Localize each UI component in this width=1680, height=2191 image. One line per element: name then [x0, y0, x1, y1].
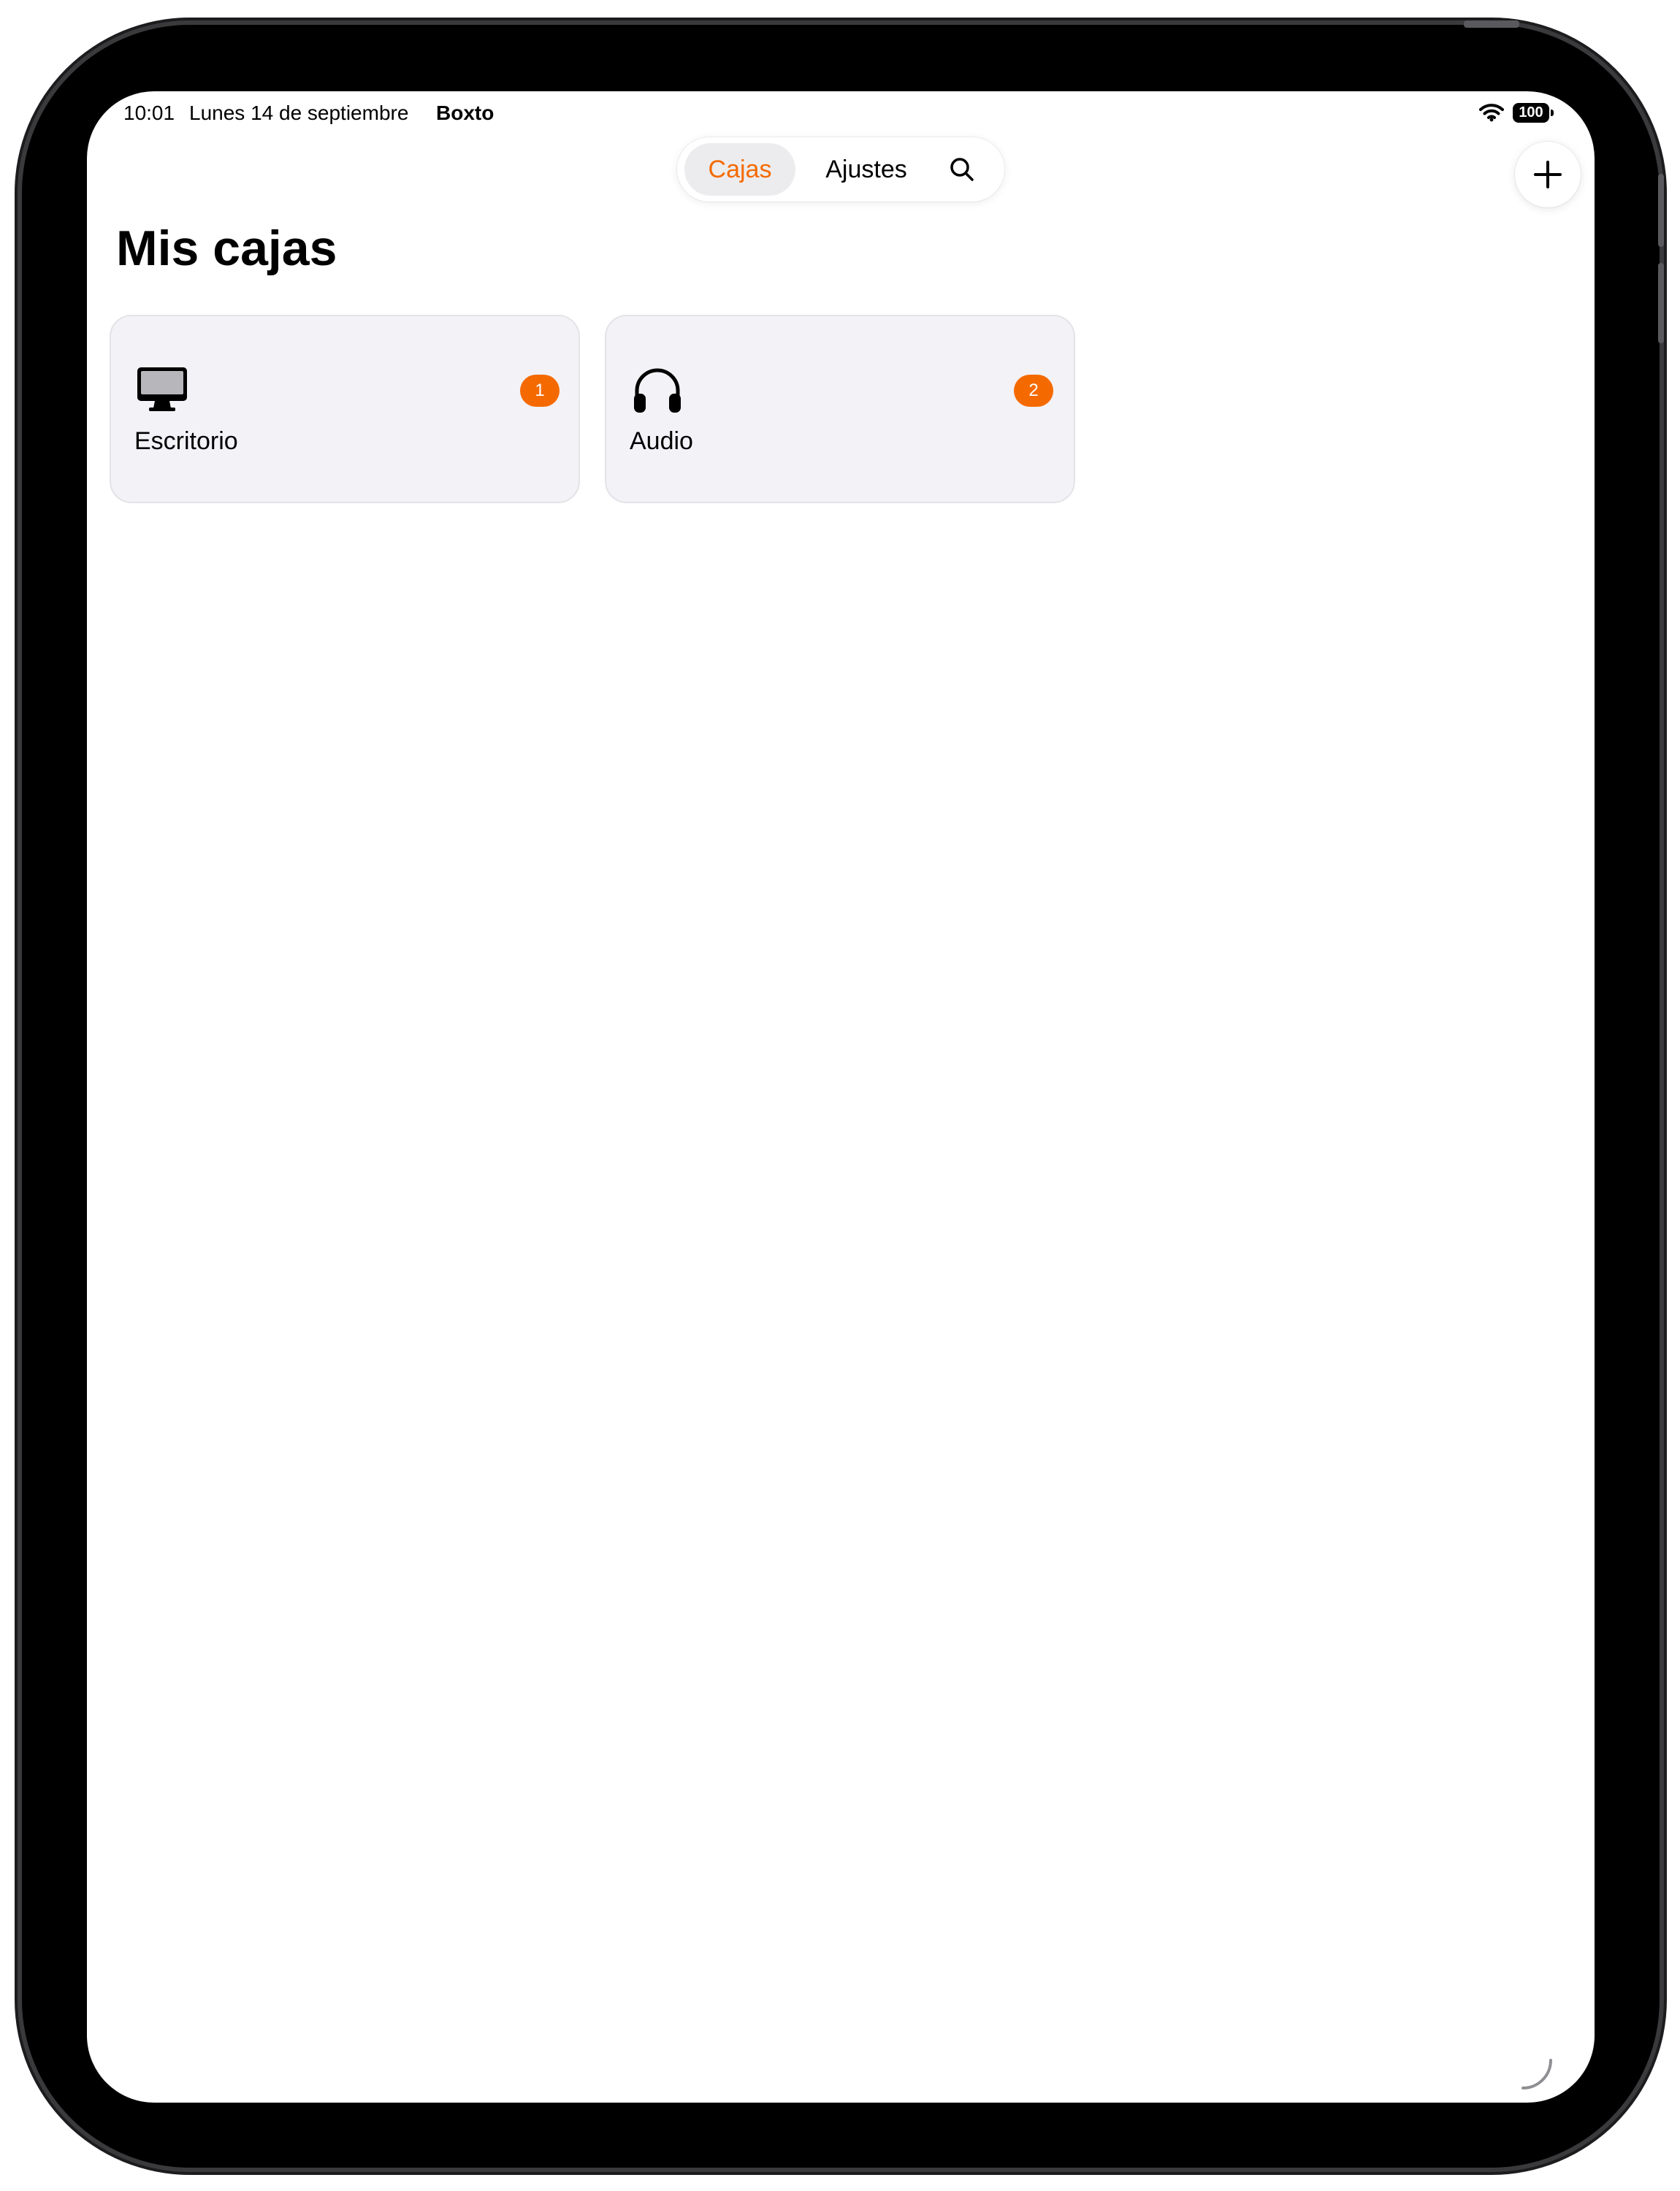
headphones-icon [634, 368, 681, 413]
status-date: Lunes 14 de septiembre [189, 102, 409, 124]
top-button [1464, 20, 1519, 28]
resize-corner-icon [1521, 2059, 1552, 2089]
battery-icon: 100 [1513, 103, 1555, 123]
box-card-escritorio[interactable]: 1 Escritorio [110, 315, 580, 503]
add-box-button[interactable] [1515, 142, 1581, 207]
search-icon[interactable] [942, 149, 982, 190]
box-card-audio[interactable]: 2 Audio [605, 315, 1075, 503]
tab-cajas[interactable]: Cajas [684, 143, 795, 196]
wifi-icon [1479, 104, 1504, 122]
screen: 10:01 Lunes 14 de septiembre Boxto 100 C… [87, 91, 1595, 2103]
status-time: 10:01 [123, 102, 175, 124]
box-label: Escritorio [134, 427, 238, 455]
status-app-name: Boxto [436, 102, 495, 124]
plus-icon [1534, 161, 1562, 188]
box-label: Audio [630, 427, 693, 455]
status-bar: 10:01 Lunes 14 de septiembre Boxto 100 [87, 91, 1595, 135]
desktop-icon [137, 367, 187, 411]
tab-ajustes[interactable]: Ajustes [804, 143, 928, 196]
box-count-badge: 2 [1014, 375, 1053, 407]
volume-up-button [1658, 174, 1664, 247]
box-count-badge: 1 [520, 375, 560, 407]
battery-level: 100 [1513, 103, 1549, 123]
top-tab-bar: Cajas Ajustes [677, 137, 1004, 202]
page-title: Mis cajas [116, 221, 337, 276]
volume-down-button [1658, 263, 1664, 343]
